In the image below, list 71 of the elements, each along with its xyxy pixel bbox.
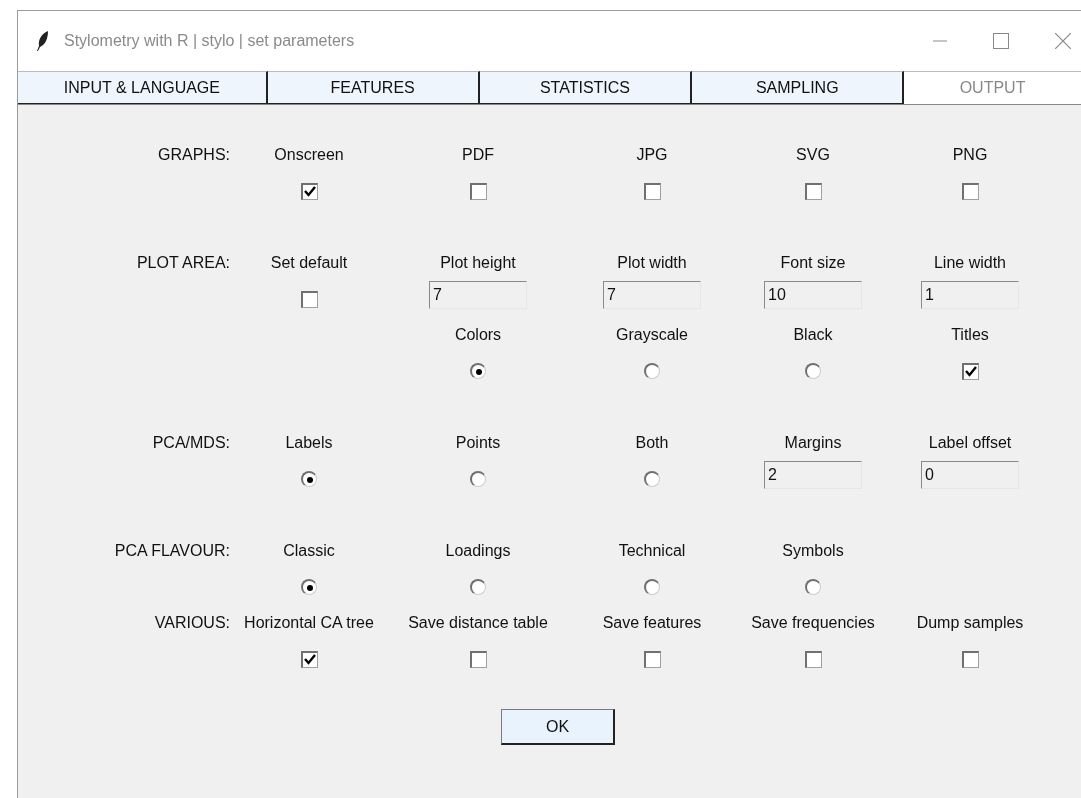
radio-button[interactable]	[470, 579, 486, 595]
radio-button[interactable]	[470, 363, 486, 379]
radio-button[interactable]	[644, 579, 660, 595]
option-label: Colors	[454, 325, 502, 345]
option-label: Line width	[933, 253, 1006, 273]
checkbox[interactable]	[300, 650, 318, 668]
input-field[interactable]: 10	[764, 281, 862, 309]
option-label: Dump samples	[916, 613, 1024, 633]
feather-icon	[36, 30, 50, 52]
input-field[interactable]: 0	[921, 461, 1019, 489]
option-label: Save frequencies	[751, 613, 875, 633]
option-label: Black	[793, 325, 833, 345]
window-title: Stylometry with R | stylo | set parameters	[64, 31, 355, 51]
radio-button[interactable]	[470, 471, 486, 487]
option-label: Onscreen	[274, 145, 344, 165]
input-field[interactable]: 1	[921, 281, 1019, 309]
option-label: Save distance table	[408, 613, 548, 633]
option-label: Font size	[780, 253, 846, 273]
option-label: Plot width	[617, 253, 687, 273]
tab[interactable]: STATISTICS	[479, 71, 693, 104]
checkbox[interactable]	[643, 182, 661, 200]
option-label: Set default	[270, 253, 348, 273]
option-label: Margins	[784, 433, 842, 453]
option-label: Points	[455, 433, 501, 453]
option-label: Classic	[283, 541, 335, 561]
option-label: SVG	[796, 145, 830, 165]
tab[interactable]: FEATURES	[267, 71, 480, 104]
tab[interactable]: SAMPLING	[692, 71, 905, 104]
option-label: Labels	[285, 433, 333, 453]
option-label: Both	[635, 433, 669, 453]
option-label: PDF	[462, 145, 494, 165]
checkbox[interactable]	[300, 290, 318, 308]
checkbox[interactable]	[469, 650, 487, 668]
tab[interactable]: OUTPUT	[904, 71, 1081, 104]
checkbox[interactable]	[961, 362, 979, 380]
ok-button[interactable]: OK	[501, 709, 615, 745]
checkbox[interactable]	[300, 182, 318, 200]
maximize-icon[interactable]	[993, 33, 1009, 49]
option-label: Titles	[951, 325, 989, 345]
input-field[interactable]: 7	[603, 281, 701, 309]
tab[interactable]: INPUT & LANGUAGE	[18, 71, 268, 104]
section-label: PCA/MDS:	[152, 433, 230, 453]
checkbox[interactable]	[961, 182, 979, 200]
checkbox[interactable]	[643, 650, 661, 668]
option-label: Plot height	[440, 253, 516, 273]
radio-button[interactable]	[644, 471, 660, 487]
section-label: PLOT AREA:	[136, 253, 230, 273]
option-label: PNG	[952, 145, 988, 165]
option-label: Horizontal CA tree	[244, 613, 374, 633]
radio-button[interactable]	[644, 363, 660, 379]
checkbox[interactable]	[469, 182, 487, 200]
option-label: Loadings	[445, 541, 511, 561]
checkbox[interactable]	[804, 182, 822, 200]
option-label: Symbols	[782, 541, 844, 561]
option-label: Label offset	[928, 433, 1012, 453]
option-label: Grayscale	[616, 325, 688, 345]
radio-button[interactable]	[301, 579, 317, 595]
input-field[interactable]: 7	[429, 281, 527, 309]
radio-button[interactable]	[805, 363, 821, 379]
option-label: JPG	[636, 145, 668, 165]
section-label: GRAPHS:	[158, 145, 230, 165]
option-label: Technical	[618, 541, 686, 561]
close-icon[interactable]	[1055, 33, 1071, 49]
radio-button[interactable]	[805, 579, 821, 595]
checkbox[interactable]	[804, 650, 822, 668]
section-label: VARIOUS:	[154, 613, 230, 633]
option-label: Save features	[602, 613, 702, 633]
section-label: PCA FLAVOUR:	[114, 541, 230, 561]
checkbox[interactable]	[961, 650, 979, 668]
input-field[interactable]: 2	[764, 461, 862, 489]
radio-button[interactable]	[301, 471, 317, 487]
